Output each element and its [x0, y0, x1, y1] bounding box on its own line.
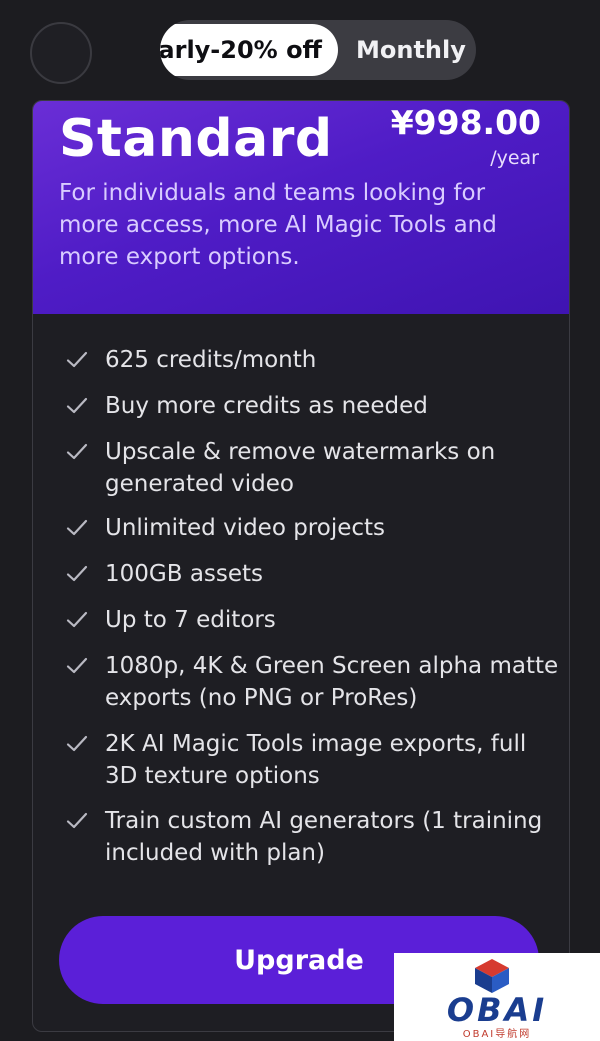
- plan-card: Standard ¥998.00 /year For individuals a…: [32, 100, 570, 1032]
- feature-text: Up to 7 editors: [105, 607, 276, 633]
- plan-description: For individuals and teams looking for mo…: [59, 180, 497, 270]
- toggle-yearly-option[interactable]: Yearly-20% off: [160, 24, 338, 76]
- avatar: [30, 22, 92, 84]
- plan-header: Standard ¥998.00 /year For individuals a…: [33, 101, 569, 314]
- feature-text: Train custom AI generators (1 training i…: [105, 808, 543, 866]
- feature-text: 2K AI Magic Tools image exports, full 3D…: [105, 731, 527, 789]
- check-icon: [66, 812, 88, 829]
- plan-period: /year: [490, 147, 539, 169]
- check-icon: [66, 735, 88, 752]
- check-icon: [66, 397, 88, 414]
- check-icon: [66, 519, 88, 536]
- watermark-logo: OBAI OBAI导航网: [394, 953, 600, 1041]
- check-icon: [66, 565, 88, 582]
- toggle-yearly-label: Yearly-20% off: [160, 36, 322, 64]
- check-icon: [66, 351, 88, 368]
- feature-text: 100GB assets: [105, 561, 264, 587]
- toggle-monthly-label: Monthly: [356, 36, 466, 64]
- watermark-logo-text: OBAI: [446, 991, 548, 1029]
- check-icon: [66, 611, 88, 628]
- cube-logo-icon: [475, 959, 509, 993]
- feature-text: 625 credits/month: [105, 347, 317, 373]
- feature-text: Unlimited video projects: [105, 515, 386, 541]
- watermark-subtext: OBAI导航网: [462, 1029, 532, 1040]
- plan-price: ¥998.00: [390, 103, 541, 142]
- feature-text: Upscale & remove watermarks on generated…: [105, 439, 496, 497]
- check-icon: [66, 657, 88, 674]
- toggle-monthly-option[interactable]: Monthly: [356, 24, 466, 76]
- plan-name: Standard: [59, 109, 333, 169]
- pricing-page: Yearly-20% off Monthly Standard ¥998.00 …: [0, 0, 600, 1041]
- feature-text: Buy more credits as needed: [105, 393, 428, 419]
- feature-text: 1080p, 4K & Green Screen alpha matte exp…: [105, 653, 559, 711]
- check-icon: [66, 443, 88, 460]
- billing-toggle[interactable]: Yearly-20% off Monthly: [160, 20, 476, 80]
